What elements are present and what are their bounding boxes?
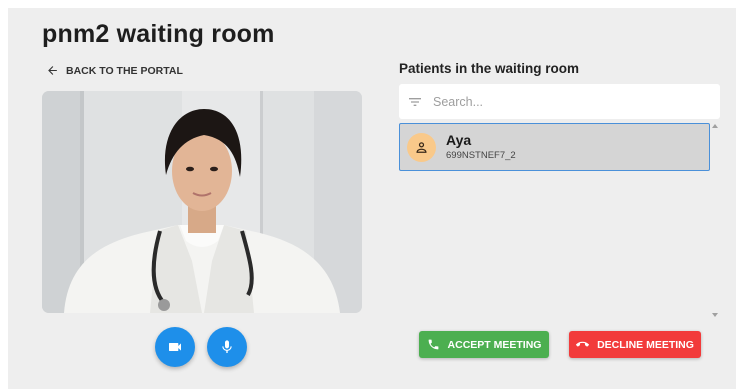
patient-list: Aya 699NSTNEF7_2 xyxy=(399,123,711,318)
person-icon xyxy=(416,141,427,153)
patient-list-item[interactable]: Aya 699NSTNEF7_2 xyxy=(399,123,710,171)
patient-info: Aya 699NSTNEF7_2 xyxy=(446,132,516,162)
filter-list-icon xyxy=(409,97,421,106)
accept-meeting-button[interactable]: ACCEPT MEETING xyxy=(419,331,549,358)
patient-name: Aya xyxy=(446,132,472,148)
mic-icon xyxy=(222,340,232,353)
patient-search-box[interactable] xyxy=(399,84,720,119)
camera-toggle-button[interactable] xyxy=(155,327,195,367)
page-title: pnm2 waiting room xyxy=(42,20,275,48)
patient-list-scrollbar[interactable] xyxy=(711,123,719,318)
arrow-left-icon xyxy=(48,66,57,75)
patient-id: 699NSTNEF7_2 xyxy=(446,150,516,161)
patient-search-input[interactable] xyxy=(433,94,703,109)
back-link-label: BACK TO THE PORTAL xyxy=(66,64,183,77)
video-preview xyxy=(42,91,362,313)
decline-meeting-label: DECLINE MEETING xyxy=(597,338,694,351)
accept-meeting-label: ACCEPT MEETING xyxy=(447,338,542,351)
call-end-icon xyxy=(576,341,590,347)
back-to-portal-link[interactable]: BACK TO THE PORTAL xyxy=(46,64,183,77)
avatar xyxy=(407,132,436,162)
scroll-down-arrow[interactable] xyxy=(712,313,718,317)
scroll-up-arrow[interactable] xyxy=(712,124,718,128)
videocam-icon xyxy=(169,343,181,351)
microphone-toggle-button[interactable] xyxy=(207,327,247,367)
doctor-video-image xyxy=(42,91,362,313)
waiting-room-heading: Patients in the waiting room xyxy=(399,61,580,76)
phone-icon xyxy=(428,339,438,350)
decline-meeting-button[interactable]: DECLINE MEETING xyxy=(569,331,701,358)
